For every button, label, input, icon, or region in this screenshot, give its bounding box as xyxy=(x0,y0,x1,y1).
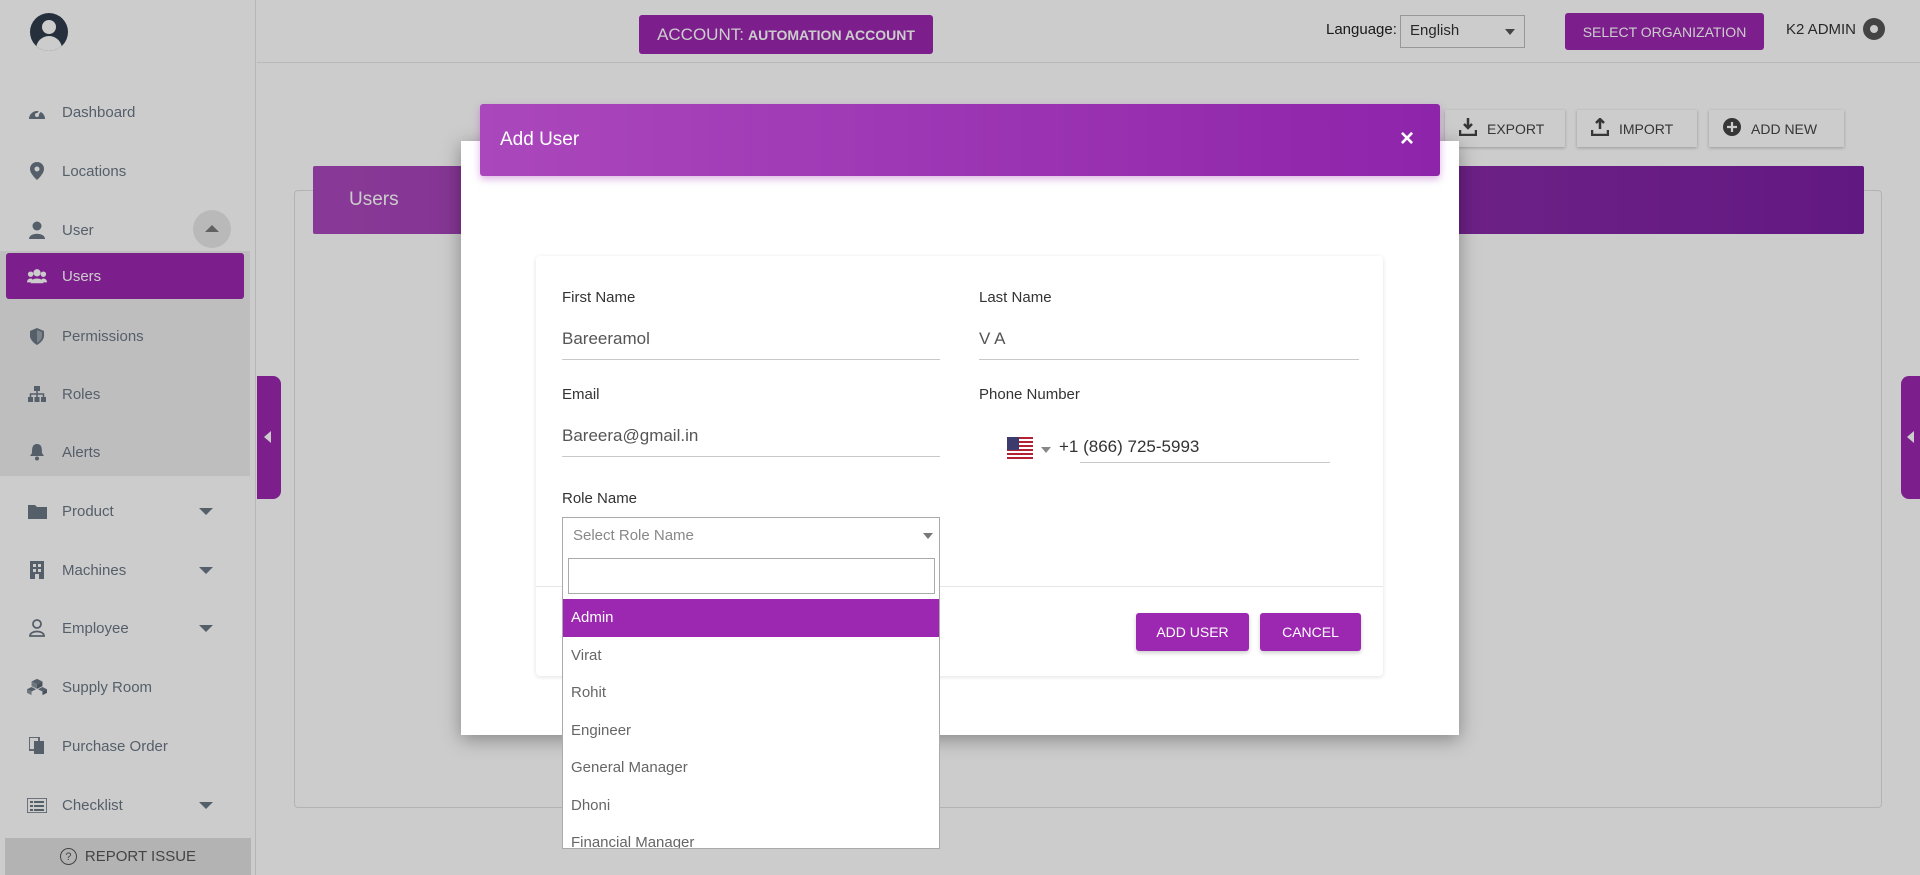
role-option-general-manager[interactable]: General Manager xyxy=(563,749,939,787)
role-option-engineer[interactable]: Engineer xyxy=(563,712,939,750)
role-options-list: Admin Virat Rohit Engineer General Manag… xyxy=(563,599,939,848)
add-user-button[interactable]: ADD USER xyxy=(1136,613,1249,651)
role-option-admin[interactable]: Admin xyxy=(563,599,939,637)
last-name-field[interactable]: V A xyxy=(979,329,1005,349)
role-dropdown: Admin Virat Rohit Engineer General Manag… xyxy=(562,553,940,849)
cancel-button[interactable]: CANCEL xyxy=(1260,613,1361,651)
role-option-dhoni[interactable]: Dhoni xyxy=(563,787,939,825)
role-search-input[interactable] xyxy=(568,558,935,594)
role-option-rohit[interactable]: Rohit xyxy=(563,674,939,712)
phone-underline xyxy=(1080,462,1330,463)
email-underline xyxy=(562,456,940,457)
last-name-label: Last Name xyxy=(979,289,1052,306)
role-option-financial-manager[interactable]: Financial Manager xyxy=(563,824,939,848)
role-label: Role Name xyxy=(562,490,638,507)
us-flag-icon[interactable] xyxy=(1007,437,1033,461)
first-name-underline xyxy=(562,359,940,360)
role-option-virat[interactable]: Virat xyxy=(563,637,939,675)
role-select[interactable]: Select Role Name xyxy=(562,517,940,554)
first-name-label: First Name xyxy=(562,289,636,306)
first-name-field[interactable]: Bareeramol xyxy=(562,329,650,349)
phone-field[interactable]: +1 (866) 725-5993 xyxy=(1059,437,1199,457)
phone-label: Phone Number xyxy=(979,386,1080,403)
chevron-down-icon[interactable] xyxy=(1041,447,1051,453)
email-label: Email xyxy=(562,386,600,403)
close-icon[interactable]: × xyxy=(1400,124,1414,154)
role-placeholder: Select Role Name xyxy=(573,527,694,544)
modal-title: Add User xyxy=(480,104,1440,176)
last-name-underline xyxy=(979,359,1359,360)
chevron-down-icon xyxy=(923,533,933,539)
email-field[interactable]: Bareera@gmail.in xyxy=(562,426,698,446)
